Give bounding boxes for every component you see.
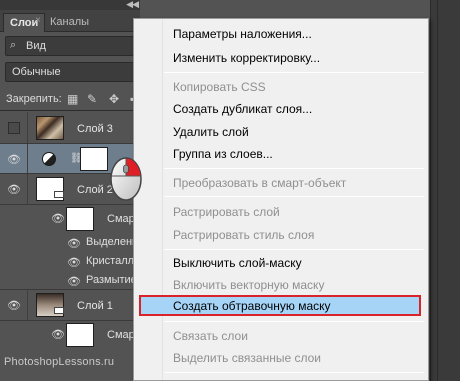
menu-item-disable-layer-mask[interactable]: Выключить слой-маску [173, 256, 302, 270]
layer-name: Слой 2 [77, 184, 113, 196]
menu-separator [164, 321, 424, 322]
menu-item-blending-options[interactable]: Параметры наложения... [173, 27, 312, 41]
panel-top-bar: ◀◀ [0, 0, 140, 10]
filter-row[interactable]: 👁 Кристалли [0, 252, 140, 271]
smart-object-badge-icon [54, 307, 64, 314]
menu-item-select-linked-layers[interactable]: Выделить связанные слои [173, 351, 321, 365]
eye-icon[interactable]: 👁 [67, 237, 81, 250]
menu-gutter [162, 19, 163, 380]
layer-mask-thumbnail[interactable] [80, 147, 108, 171]
lock-brush-icon[interactable]: ✎ [87, 92, 97, 106]
eye-icon[interactable]: 👁 [51, 328, 65, 341]
tab-channels-label: Каналы [50, 16, 90, 28]
smart-filter-row[interactable]: 👁 Смарт [0, 321, 140, 349]
menu-item-rasterize-layer[interactable]: Растрировать слой [173, 205, 280, 219]
mouse-right-click-icon [110, 157, 142, 201]
filter-name: Кристалли [86, 255, 140, 267]
layers-list: Слой 3 👁 ⛓ 👁 Слой 2 👁 Смарт 👁 Выделение [0, 112, 140, 381]
menu-separator [164, 249, 424, 250]
right-panel-strip [430, 0, 460, 381]
layer-row[interactable]: Слой 3 [0, 112, 140, 144]
layer-filter: ⌕ Вид [5, 36, 140, 56]
divider [437, 0, 438, 381]
adjustment-layer-icon [42, 152, 56, 166]
menu-item-duplicate-layer[interactable]: Создать дубликат слоя... [173, 102, 312, 116]
divider [27, 112, 28, 143]
filter-kind-select[interactable]: ⌕ Вид [5, 36, 135, 56]
blend-mode-select[interactable]: Обычные [5, 62, 135, 82]
menu-item-label: Создать обтравочную маску [173, 299, 331, 313]
panel-tabs: Слои × Каналы [0, 10, 140, 32]
eye-icon[interactable]: 👁 [7, 299, 21, 312]
filter-name: Размытие [86, 274, 137, 286]
lock-label: Закрепить: [6, 93, 62, 105]
divider [27, 144, 28, 173]
layer-name: Слой 1 [77, 300, 113, 312]
close-icon[interactable]: × [35, 15, 41, 26]
divider [27, 290, 28, 320]
layer-name: Слой 3 [77, 123, 113, 135]
layer-context-menu: Параметры наложения... Изменить корректи… [133, 18, 429, 381]
eye-icon[interactable]: 👁 [7, 183, 21, 196]
eye-icon[interactable]: 👁 [67, 256, 81, 269]
filter-row[interactable]: 👁 Размытие [0, 271, 140, 290]
eye-icon[interactable]: 👁 [67, 275, 81, 288]
lock-transparency-icon[interactable]: ▦ [67, 92, 78, 106]
menu-separator [164, 72, 424, 73]
watermark: PhotoshopLessons.ru [4, 356, 115, 368]
layer-row[interactable]: 👁 Слой 1 [0, 290, 140, 321]
tab-channels[interactable]: Каналы [44, 13, 95, 32]
divider [27, 174, 28, 204]
menu-item-rasterize-style[interactable]: Растрировать стиль слоя [173, 228, 314, 242]
menu-item-enable-vector-mask[interactable]: Включить векторную маску [173, 278, 324, 292]
menu-separator [164, 372, 424, 373]
filter-name: Выделение [86, 236, 140, 248]
eye-icon[interactable]: 👁 [51, 212, 65, 225]
filter-row[interactable]: 👁 Выделение [0, 233, 140, 252]
filter-mask-thumbnail [66, 207, 94, 231]
menu-item-delete-layer[interactable]: Удалить слой [173, 125, 249, 139]
layer-thumbnail [36, 116, 64, 140]
lock-row: Закрепить: ▦ ✎ ✥ ▪ [0, 87, 140, 111]
menu-item-create-clipping-mask[interactable]: Создать обтравочную маску [139, 295, 421, 316]
menu-separator [164, 168, 424, 169]
lock-move-icon[interactable]: ✥ [109, 92, 119, 106]
menu-item-convert-smart-object[interactable]: Преобразовать в смарт-объект [173, 176, 346, 190]
search-icon: ⌕ [10, 39, 17, 51]
blend-mode-label: Обычные [12, 66, 61, 78]
smart-object-badge-icon [54, 191, 64, 198]
menu-item-group-from-layers[interactable]: Группа из слоев... [173, 147, 273, 161]
collapse-arrows-icon[interactable]: ◀◀ [126, 0, 139, 10]
visibility-toggle-off[interactable] [8, 122, 20, 134]
filter-kind-label: Вид [26, 40, 46, 52]
eye-icon[interactable]: 👁 [7, 153, 21, 166]
menu-item-link-layers[interactable]: Связать слои [173, 329, 248, 343]
menu-separator [164, 196, 424, 197]
smart-filter-row[interactable]: 👁 Смарт [0, 205, 140, 233]
menu-item-edit-adjustment[interactable]: Изменить корректировку... [173, 51, 320, 65]
filter-mask-thumbnail [66, 323, 94, 347]
menu-item-copy-css[interactable]: Копировать CSS [173, 80, 266, 94]
